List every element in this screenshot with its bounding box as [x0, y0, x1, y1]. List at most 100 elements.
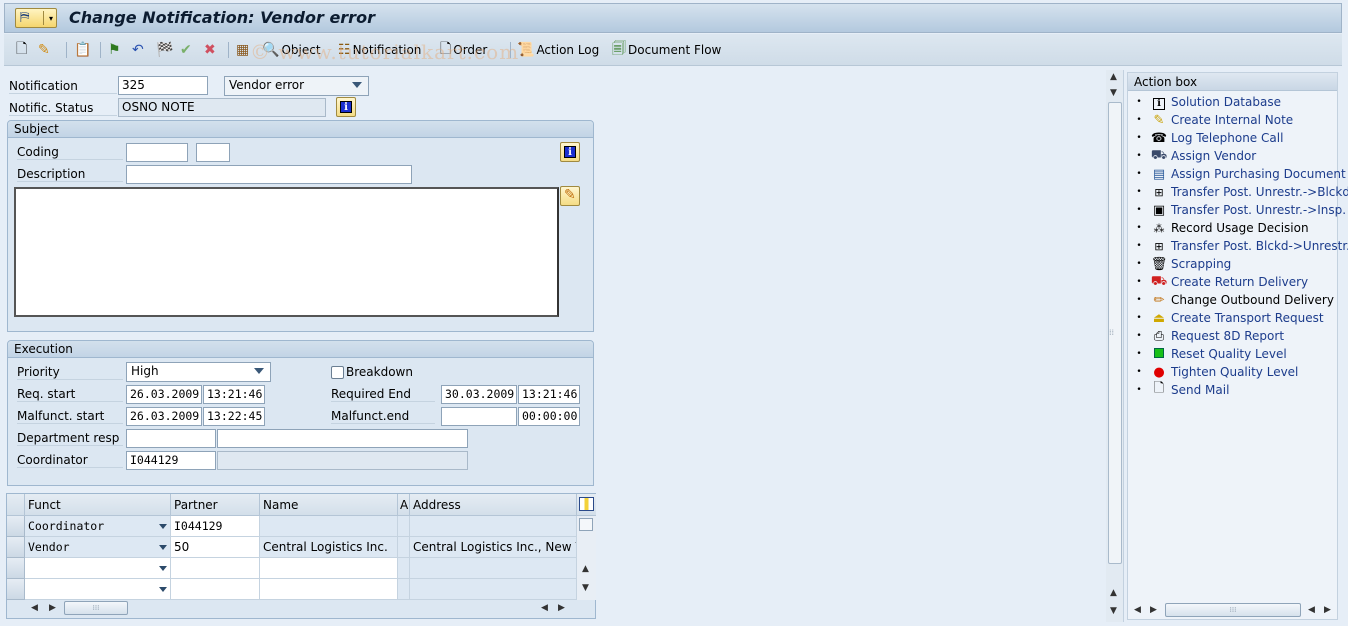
- action-change-outbound-delivery[interactable]: • ✏ Change Outbound Delivery: [1128, 291, 1334, 309]
- department-field[interactable]: [126, 429, 216, 448]
- horizontal-scroll-thumb[interactable]: ⁞⁞⁞: [1165, 603, 1301, 617]
- row-selector[interactable]: [7, 558, 25, 579]
- splitter-grip-icon[interactable]: ⁞⁞: [1109, 328, 1114, 337]
- action-solution-database[interactable]: • i Solution Database: [1128, 93, 1281, 111]
- coordinator-label: Coordinator: [17, 453, 123, 468]
- coding-info-button[interactable]: i: [560, 142, 580, 162]
- table-cell-partner[interactable]: I044129: [171, 516, 260, 537]
- column-header-address[interactable]: Address: [410, 494, 577, 516]
- clipboard-button[interactable]: 📋: [74, 41, 93, 59]
- column-header-a[interactable]: A: [398, 494, 410, 516]
- table-cell-funct[interactable]: [25, 558, 171, 579]
- coding-code-field[interactable]: [196, 143, 230, 162]
- notification-button[interactable]: ☷ Notification: [338, 41, 421, 59]
- object-button[interactable]: 🔍 Object: [262, 41, 321, 59]
- document-flow-button[interactable]: 🗐 Document Flow: [612, 41, 721, 59]
- column-header-funct[interactable]: Funct: [25, 494, 171, 516]
- action-scrapping[interactable]: • 🗑 Scrapping: [1128, 255, 1231, 273]
- reject-button[interactable]: ✖: [204, 41, 218, 59]
- required-end-date-field[interactable]: 30.03.2009: [441, 385, 517, 404]
- column-header-name[interactable]: Name: [260, 494, 398, 516]
- description-field[interactable]: [126, 165, 412, 184]
- put-in-process-button[interactable]: ⚑: [108, 41, 123, 59]
- scroll-right-icon[interactable]: ▶: [1150, 605, 1157, 615]
- table-cell-partner[interactable]: [171, 558, 260, 579]
- scroll-down-icon[interactable]: ▼: [1110, 88, 1117, 98]
- notification-type-select[interactable]: Vendor error: [224, 76, 369, 96]
- action-request-8d-report[interactable]: • ⎙ Request 8D Report: [1128, 327, 1284, 345]
- malf-end-date-field[interactable]: [441, 407, 517, 426]
- new-button[interactable]: 🗋: [16, 41, 29, 59]
- scroll-left-icon[interactable]: ◀: [1134, 605, 1141, 615]
- select-all-header[interactable]: [7, 494, 25, 516]
- clipboard-icon: 📋: [74, 42, 92, 58]
- long-text-edit-button[interactable]: ✎: [560, 186, 580, 206]
- scroll-down-icon[interactable]: ▼: [582, 583, 589, 593]
- required-end-time-field[interactable]: 13:21:46: [518, 385, 580, 404]
- action-transfer-unrestr-blckd[interactable]: • ⊞ Transfer Post. Unrestr.->Blckd: [1128, 183, 1348, 201]
- scroll-right-icon[interactable]: ▶: [558, 603, 565, 613]
- postpone-button[interactable]: ↶: [132, 41, 146, 59]
- complete-button[interactable]: 🏁: [156, 41, 175, 59]
- row-selector[interactable]: [7, 537, 25, 558]
- action-assign-vendor[interactable]: • ⛟ Assign Vendor: [1128, 147, 1256, 165]
- malf-end-time-field[interactable]: 00:00:00: [518, 407, 580, 426]
- action-log-button[interactable]: 📜 Action Log: [517, 41, 599, 59]
- table-vertical-scrollbar[interactable]: ▲ ▼: [577, 516, 596, 600]
- sap-menu-button[interactable]: ⛿ ▾: [15, 8, 57, 28]
- status-info-button[interactable]: i: [336, 97, 356, 117]
- scroll-up-icon[interactable]: ▲: [1110, 588, 1117, 598]
- scroll-left-icon[interactable]: ◀: [541, 603, 548, 613]
- coordinator-field[interactable]: I044129: [126, 451, 216, 470]
- malf-start-time-field[interactable]: 13:22:45: [203, 407, 265, 426]
- edit-button[interactable]: ✎: [38, 41, 52, 59]
- action-reset-quality-level[interactable]: • Reset Quality Level: [1128, 345, 1286, 363]
- order-label: Order: [453, 43, 488, 57]
- action-create-transport-request[interactable]: • ⏏ Create Transport Request: [1128, 309, 1323, 327]
- chevron-down-icon[interactable]: [159, 587, 167, 592]
- action-log-telephone-call[interactable]: • ☎ Log Telephone Call: [1128, 129, 1283, 147]
- table-cell-funct[interactable]: [25, 579, 171, 600]
- table-cell-funct[interactable]: Coordinator: [25, 516, 171, 537]
- scroll-thumb[interactable]: [579, 518, 593, 531]
- approve-button[interactable]: ✔: [180, 41, 194, 59]
- green-square-icon: [1150, 347, 1168, 362]
- main-vertical-scrollbar[interactable]: ▲ ▼ ⁞⁞ ▲ ▼: [1106, 70, 1124, 622]
- row-selector[interactable]: [7, 516, 25, 537]
- scroll-up-icon[interactable]: ▲: [582, 564, 589, 574]
- column-header-partner[interactable]: Partner: [171, 494, 260, 516]
- action-transfer-unrestr-insp[interactable]: • ▣ Transfer Post. Unrestr.->Insp.: [1128, 201, 1346, 219]
- chevron-down-icon[interactable]: [159, 545, 167, 550]
- action-record-usage-decision[interactable]: • ⁂ Record Usage Decision: [1128, 219, 1308, 237]
- scroll-right-icon[interactable]: ▶: [1324, 605, 1331, 615]
- long-text-area[interactable]: [14, 187, 559, 317]
- req-start-time-field[interactable]: 13:21:46: [203, 385, 265, 404]
- notification-number-field[interactable]: 325: [118, 76, 208, 95]
- column-settings-button[interactable]: [577, 494, 596, 516]
- display-button[interactable]: ▦: [236, 41, 251, 59]
- table-cell-partner[interactable]: 50: [171, 537, 260, 558]
- action-assign-purchasing-document[interactable]: • ▤ Assign Purchasing Document: [1128, 165, 1345, 183]
- table-cell-partner[interactable]: [171, 579, 260, 600]
- scroll-right-icon[interactable]: ▶: [49, 603, 56, 613]
- malf-start-date-field[interactable]: 26.03.2009: [126, 407, 202, 426]
- action-create-internal-note[interactable]: • ✎ Create Internal Note: [1128, 111, 1293, 129]
- action-create-return-delivery[interactable]: • ⛟ Create Return Delivery: [1128, 273, 1308, 291]
- req-start-date-field[interactable]: 26.03.2009: [126, 385, 202, 404]
- scroll-left-icon[interactable]: ◀: [1308, 605, 1315, 615]
- chevron-down-icon[interactable]: [159, 524, 167, 529]
- coding-group-field[interactable]: [126, 143, 188, 162]
- priority-select[interactable]: High: [126, 362, 271, 382]
- action-send-mail[interactable]: • 🗋 Send Mail: [1128, 381, 1229, 399]
- req-start-label: Req. start: [17, 387, 123, 402]
- order-button[interactable]: 🗋 Order: [440, 41, 487, 59]
- row-selector[interactable]: [7, 579, 25, 600]
- scroll-down-icon[interactable]: ▼: [1110, 606, 1117, 616]
- action-transfer-blckd-unrestr[interactable]: • ⊞ Transfer Post. Blckd->Unrestr.: [1128, 237, 1348, 255]
- scroll-up-icon[interactable]: ▲: [1110, 72, 1117, 82]
- chevron-down-icon[interactable]: [159, 566, 167, 571]
- horizontal-scroll-thumb[interactable]: ⁞⁞⁞: [64, 601, 128, 615]
- table-cell-funct[interactable]: Vendor: [25, 537, 171, 558]
- scroll-left-icon[interactable]: ◀: [31, 603, 38, 613]
- breakdown-checkbox[interactable]: [331, 366, 344, 379]
